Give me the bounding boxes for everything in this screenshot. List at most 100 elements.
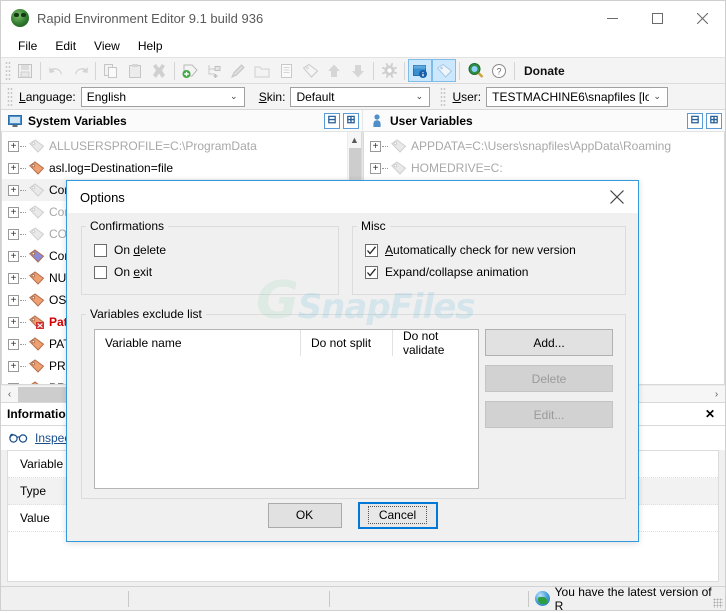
column-header-do-not-validate[interactable]: Do not validate (392, 329, 478, 357)
tree-connector (20, 343, 26, 345)
menu-edit[interactable]: Edit (46, 37, 85, 55)
expand-icon[interactable]: + (8, 316, 19, 328)
skin-select[interactable]: Default ⌄ (290, 86, 431, 107)
expand-icon[interactable]: + (8, 294, 19, 306)
exclude-list-view[interactable]: Variable name Do not split Do not valida… (94, 329, 479, 489)
search-icon[interactable] (463, 59, 487, 82)
paste-icon[interactable] (123, 59, 147, 82)
checkbox-expand-collapse-animation[interactable]: Expand/collapse animation (353, 261, 625, 283)
expand-icon[interactable]: + (8, 184, 19, 196)
add-value-icon[interactable] (178, 59, 202, 82)
settings-icon[interactable] (377, 59, 401, 82)
expand-icon[interactable]: + (8, 250, 19, 262)
expand-icon[interactable]: + (8, 162, 19, 174)
edit-icon[interactable] (226, 59, 250, 82)
variable-tag-icon (29, 249, 45, 263)
menu-file[interactable]: File (9, 37, 46, 55)
checkbox-on-exit[interactable]: On exit (82, 261, 338, 283)
expand-icon[interactable]: + (370, 162, 381, 174)
checkbox-label: Expand/collapse animation (385, 265, 529, 279)
confirmations-legend: Confirmations (90, 219, 165, 233)
variable-tag-icon (29, 139, 45, 153)
info-icon[interactable] (408, 59, 432, 82)
tree-row-label: APPDATA=C:\Users\snapfiles\AppData\Roami… (411, 139, 671, 153)
menu-help[interactable]: Help (129, 37, 172, 55)
close-button[interactable] (680, 1, 725, 35)
tree-row[interactable]: + asl.log=Destination=file (2, 157, 347, 179)
expand-icon[interactable]: + (8, 272, 19, 284)
cancel-button[interactable]: Cancel (357, 501, 438, 529)
user-select[interactable]: TESTMACHINE6\snapfiles [logge ⌄ (486, 86, 669, 107)
variable-tag-icon (29, 183, 45, 197)
undo-icon[interactable] (44, 59, 68, 82)
collapse-all-button[interactable]: ⊟ (687, 112, 703, 129)
move-down-icon[interactable] (346, 59, 370, 82)
tree-connector (20, 255, 26, 257)
tree-row[interactable]: + APPDATA=C:\Users\snapfiles\AppData\Roam… (364, 135, 724, 157)
checkbox-auto-check-new-version[interactable]: Automatically check for new version (353, 239, 625, 261)
variable-tag-icon (29, 271, 45, 285)
column-header-variable-name[interactable]: Variable name (95, 330, 300, 356)
checkbox-on-delete[interactable]: On delete (82, 239, 338, 261)
menu-view[interactable]: View (85, 37, 129, 55)
add-button[interactable]: Add... (485, 329, 613, 356)
new-folder-icon[interactable] (250, 59, 274, 82)
add-variable-icon[interactable] (202, 59, 226, 82)
scroll-left-icon[interactable]: ‹ (1, 386, 18, 403)
redo-icon[interactable] (68, 59, 92, 82)
tree-connector (20, 211, 26, 213)
delete-icon[interactable] (147, 59, 171, 82)
expand-icon[interactable]: + (8, 360, 19, 372)
language-label: Language: (19, 89, 76, 104)
language-select[interactable]: English ⌄ (80, 86, 245, 107)
expand-icon[interactable]: + (8, 140, 19, 152)
copy-icon[interactable] (99, 59, 123, 82)
tree-connector (382, 145, 388, 147)
minimize-button[interactable] (590, 1, 635, 35)
help-icon[interactable]: ? (487, 59, 511, 82)
expand-all-button[interactable]: ⊞ (343, 112, 359, 129)
expand-icon[interactable]: + (370, 140, 381, 152)
save-icon[interactable] (13, 59, 37, 82)
donate-button[interactable]: Donate (518, 64, 571, 78)
expand-icon[interactable]: + (8, 382, 19, 384)
new-entry-icon[interactable] (274, 59, 298, 82)
tag-icon[interactable] (298, 59, 322, 82)
scroll-up-icon[interactable]: ▲ (348, 132, 361, 147)
move-up-icon[interactable] (322, 59, 346, 82)
system-variables-header: System Variables ⊟ ⊞ (1, 110, 362, 132)
variable-tag-icon (29, 205, 45, 219)
expand-icon[interactable]: + (8, 206, 19, 218)
checkbox-box[interactable] (94, 265, 107, 279)
column-header-do-not-split[interactable]: Do not split (300, 330, 392, 356)
delete-button: Delete (485, 365, 613, 392)
toolbar-grip[interactable] (5, 60, 11, 81)
user-grip[interactable] (440, 86, 447, 107)
tag-view-icon[interactable] (432, 59, 456, 82)
tree-row[interactable]: + HOMEDRIVE=C: (364, 157, 724, 179)
cancel-button-label: Cancel (367, 506, 428, 524)
expand-icon[interactable]: + (8, 338, 19, 350)
expand-all-button[interactable]: ⊞ (706, 112, 722, 129)
scroll-right-icon[interactable]: › (708, 386, 725, 403)
checkbox-box[interactable] (365, 243, 378, 257)
resize-grip[interactable] (713, 598, 723, 608)
checkbox-box[interactable] (94, 243, 107, 257)
status-message[interactable]: You have the latest version of R (529, 585, 725, 613)
collapse-all-button[interactable]: ⊟ (324, 112, 340, 129)
chevron-down-icon: ⌄ (653, 91, 661, 101)
skin-value: Default (296, 89, 335, 104)
title-bar: Rapid Environment Editor 9.1 build 936 (1, 1, 725, 35)
expand-icon[interactable]: + (8, 228, 19, 240)
optionsbar-grip[interactable] (7, 86, 13, 107)
checkbox-box[interactable] (365, 265, 378, 279)
tree-row[interactable]: + ALLUSERSPROFILE=C:\ProgramData (2, 135, 347, 157)
tree-row-label: HOMEDRIVE=C: (411, 161, 503, 175)
window-title: Rapid Environment Editor 9.1 build 936 (37, 10, 264, 26)
variables-exclude-group: Variables exclude list Variable name Do … (81, 307, 626, 499)
information-close-button[interactable]: ✕ (701, 407, 719, 421)
dialog-body: Confirmations On delete On exit Misc Aut… (67, 213, 638, 499)
ok-button[interactable]: OK (267, 502, 342, 528)
dialog-close-button[interactable] (596, 181, 638, 213)
maximize-button[interactable] (635, 1, 680, 35)
